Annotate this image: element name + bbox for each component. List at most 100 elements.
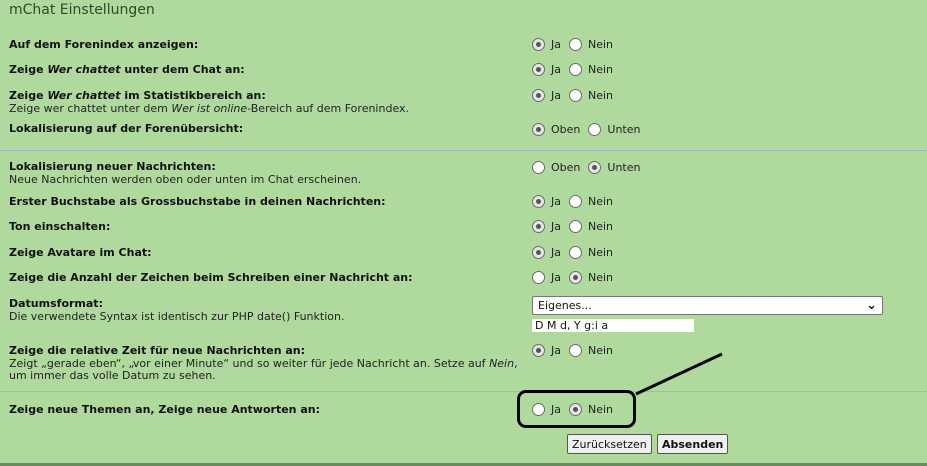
radio-icon[interactable] bbox=[569, 246, 582, 259]
radio-icon[interactable] bbox=[569, 195, 582, 208]
setting-label: Erster Buchstabe als Grossbuchstabe in d… bbox=[9, 195, 386, 208]
submit-button[interactable]: Absenden bbox=[657, 434, 729, 454]
setting-grossbuchstabe-options: Ja Nein bbox=[532, 195, 621, 208]
radio-unten[interactable]: Unten bbox=[588, 123, 640, 136]
radio-nein[interactable]: Nein bbox=[569, 344, 613, 357]
radio-icon[interactable] bbox=[569, 63, 582, 76]
setting-lokalisierung-forum: Lokalisierung auf der Forenübersicht: bbox=[9, 122, 927, 135]
radio-label: Nein bbox=[588, 271, 614, 284]
setting-lokalisierung-nachrichten-options: Oben Unten bbox=[532, 161, 648, 174]
radio-ja[interactable]: Ja bbox=[532, 89, 561, 102]
radio-icon[interactable] bbox=[532, 89, 545, 102]
setting-neue-themen: Zeige neue Themen an, Zeige neue Antwort… bbox=[9, 403, 927, 416]
radio-nein[interactable]: Nein bbox=[569, 220, 613, 233]
radio-icon[interactable] bbox=[588, 123, 602, 136]
setting-ton: Ton einschalten: bbox=[9, 220, 927, 233]
setting-label: Lokalisierung neuer Nachrichten: bbox=[9, 160, 216, 173]
date-format-input[interactable]: D M d, Y g:i a bbox=[532, 319, 694, 332]
radio-ja[interactable]: Ja bbox=[532, 246, 561, 259]
radio-icon[interactable] bbox=[569, 344, 582, 357]
radio-label: Ja bbox=[551, 344, 561, 357]
setting-wer-chattet: Zeige Wer chattet unter dem Chat an: bbox=[9, 63, 927, 76]
radio-label: Oben bbox=[551, 161, 581, 174]
setting-statistik: Zeige Wer chattet im Statistikbereich an… bbox=[9, 89, 927, 115]
radio-label: Nein bbox=[588, 63, 614, 76]
radio-nein[interactable]: Nein bbox=[569, 195, 613, 208]
annotation-line bbox=[635, 352, 723, 396]
setting-label: Auf dem Forenindex anzeigen: bbox=[9, 38, 199, 51]
radio-label: Nein bbox=[588, 38, 614, 51]
radio-icon[interactable] bbox=[532, 344, 545, 357]
radio-label: Unten bbox=[607, 161, 641, 174]
radio-icon[interactable] bbox=[569, 220, 582, 233]
radio-icon[interactable] bbox=[588, 161, 602, 174]
radio-label: Ja bbox=[551, 63, 561, 76]
setting-label: Zeige die relative Zeit für neue Nachric… bbox=[9, 344, 306, 357]
radio-ja[interactable]: Ja bbox=[532, 195, 561, 208]
radio-nein[interactable]: Nein bbox=[569, 271, 613, 284]
radio-icon[interactable] bbox=[532, 271, 545, 284]
radio-ja[interactable]: Ja bbox=[532, 344, 561, 357]
radio-nein[interactable]: Nein bbox=[569, 246, 613, 259]
date-format-select[interactable]: Eigenes... ⌄ bbox=[532, 296, 883, 315]
setting-relative-zeit: Zeige die relative Zeit für neue Nachric… bbox=[9, 344, 519, 382]
radio-oben[interactable]: Oben bbox=[532, 123, 580, 136]
radio-ja[interactable]: Ja bbox=[532, 220, 561, 233]
setting-zeichen: Zeige die Anzahl der Zeichen beim Schrei… bbox=[9, 271, 927, 284]
radio-nein[interactable]: Nein bbox=[569, 38, 613, 51]
setting-label: Zeige neue Themen an, Zeige neue Antwort… bbox=[9, 403, 320, 416]
setting-avatare: Zeige Avatare im Chat: bbox=[9, 246, 927, 259]
radio-icon[interactable] bbox=[532, 63, 545, 76]
radio-oben[interactable]: Oben bbox=[532, 161, 580, 174]
setting-label: Lokalisierung auf der Forenübersicht: bbox=[9, 122, 244, 135]
radio-label: Ja bbox=[551, 220, 561, 233]
setting-grossbuchstabe: Erster Buchstabe als Grossbuchstabe in d… bbox=[9, 195, 927, 208]
setting-wer-chattet-options: Ja Nein bbox=[532, 63, 621, 76]
radio-icon[interactable] bbox=[532, 246, 545, 259]
radio-icon[interactable] bbox=[569, 89, 582, 102]
radio-label: Nein bbox=[588, 246, 614, 259]
setting-label: Ton einschalten: bbox=[9, 220, 111, 233]
radio-label: Nein bbox=[588, 344, 614, 357]
reset-button[interactable]: Zurücksetzen bbox=[567, 434, 652, 454]
radio-icon[interactable] bbox=[569, 271, 582, 284]
section-divider bbox=[0, 391, 927, 392]
setting-label: Zeige Avatare im Chat: bbox=[9, 246, 152, 259]
setting-lokalisierung-nachrichten: Lokalisierung neuer Nachrichten: Neue Na… bbox=[9, 160, 927, 186]
radio-label: Unten bbox=[607, 123, 641, 136]
radio-label: Ja bbox=[551, 38, 561, 51]
setting-avatare-options: Ja Nein bbox=[532, 246, 621, 259]
radio-label: Nein bbox=[588, 89, 614, 102]
radio-unten[interactable]: Unten bbox=[588, 161, 640, 174]
radio-icon[interactable] bbox=[532, 195, 545, 208]
radio-icon[interactable] bbox=[532, 220, 545, 233]
radio-label: Ja bbox=[551, 195, 561, 208]
radio-ja[interactable]: Ja bbox=[532, 271, 561, 284]
chevron-down-icon: ⌄ bbox=[866, 298, 877, 313]
setting-forenindex: Auf dem Forenindex anzeigen: bbox=[9, 38, 927, 51]
radio-nein[interactable]: Nein bbox=[569, 63, 613, 76]
setting-ton-options: Ja Nein bbox=[532, 220, 621, 233]
setting-forenindex-options: Ja Nein bbox=[532, 38, 621, 51]
annotation-arrow bbox=[635, 352, 723, 396]
radio-nein[interactable]: Nein bbox=[569, 89, 613, 102]
radio-label: Ja bbox=[551, 89, 561, 102]
setting-label: Zeige die Anzahl der Zeichen beim Schrei… bbox=[9, 271, 413, 284]
setting-label: Zeige Wer chattet unter dem Chat an: bbox=[9, 63, 245, 76]
radio-icon[interactable] bbox=[569, 38, 582, 51]
radio-ja[interactable]: Ja bbox=[532, 38, 561, 51]
radio-label: Nein bbox=[588, 220, 614, 233]
setting-explain: Neue Nachrichten werden oben oder unten … bbox=[9, 173, 362, 186]
setting-lokalisierung-forum-options: Oben Unten bbox=[532, 123, 648, 136]
radio-label: Nein bbox=[588, 195, 614, 208]
radio-icon[interactable] bbox=[532, 161, 545, 174]
highlight-box bbox=[517, 390, 636, 428]
radio-ja[interactable]: Ja bbox=[532, 63, 561, 76]
setting-explain: Zeigt „gerade eben“, „vor einer Minute“ … bbox=[9, 357, 518, 382]
section-divider bbox=[0, 150, 927, 151]
radio-label: Ja bbox=[551, 271, 561, 284]
radio-icon[interactable] bbox=[532, 123, 545, 136]
radio-icon[interactable] bbox=[532, 38, 545, 51]
radio-label: Oben bbox=[551, 123, 581, 136]
setting-label: Zeige Wer chattet im Statistikbereich an… bbox=[9, 89, 266, 102]
